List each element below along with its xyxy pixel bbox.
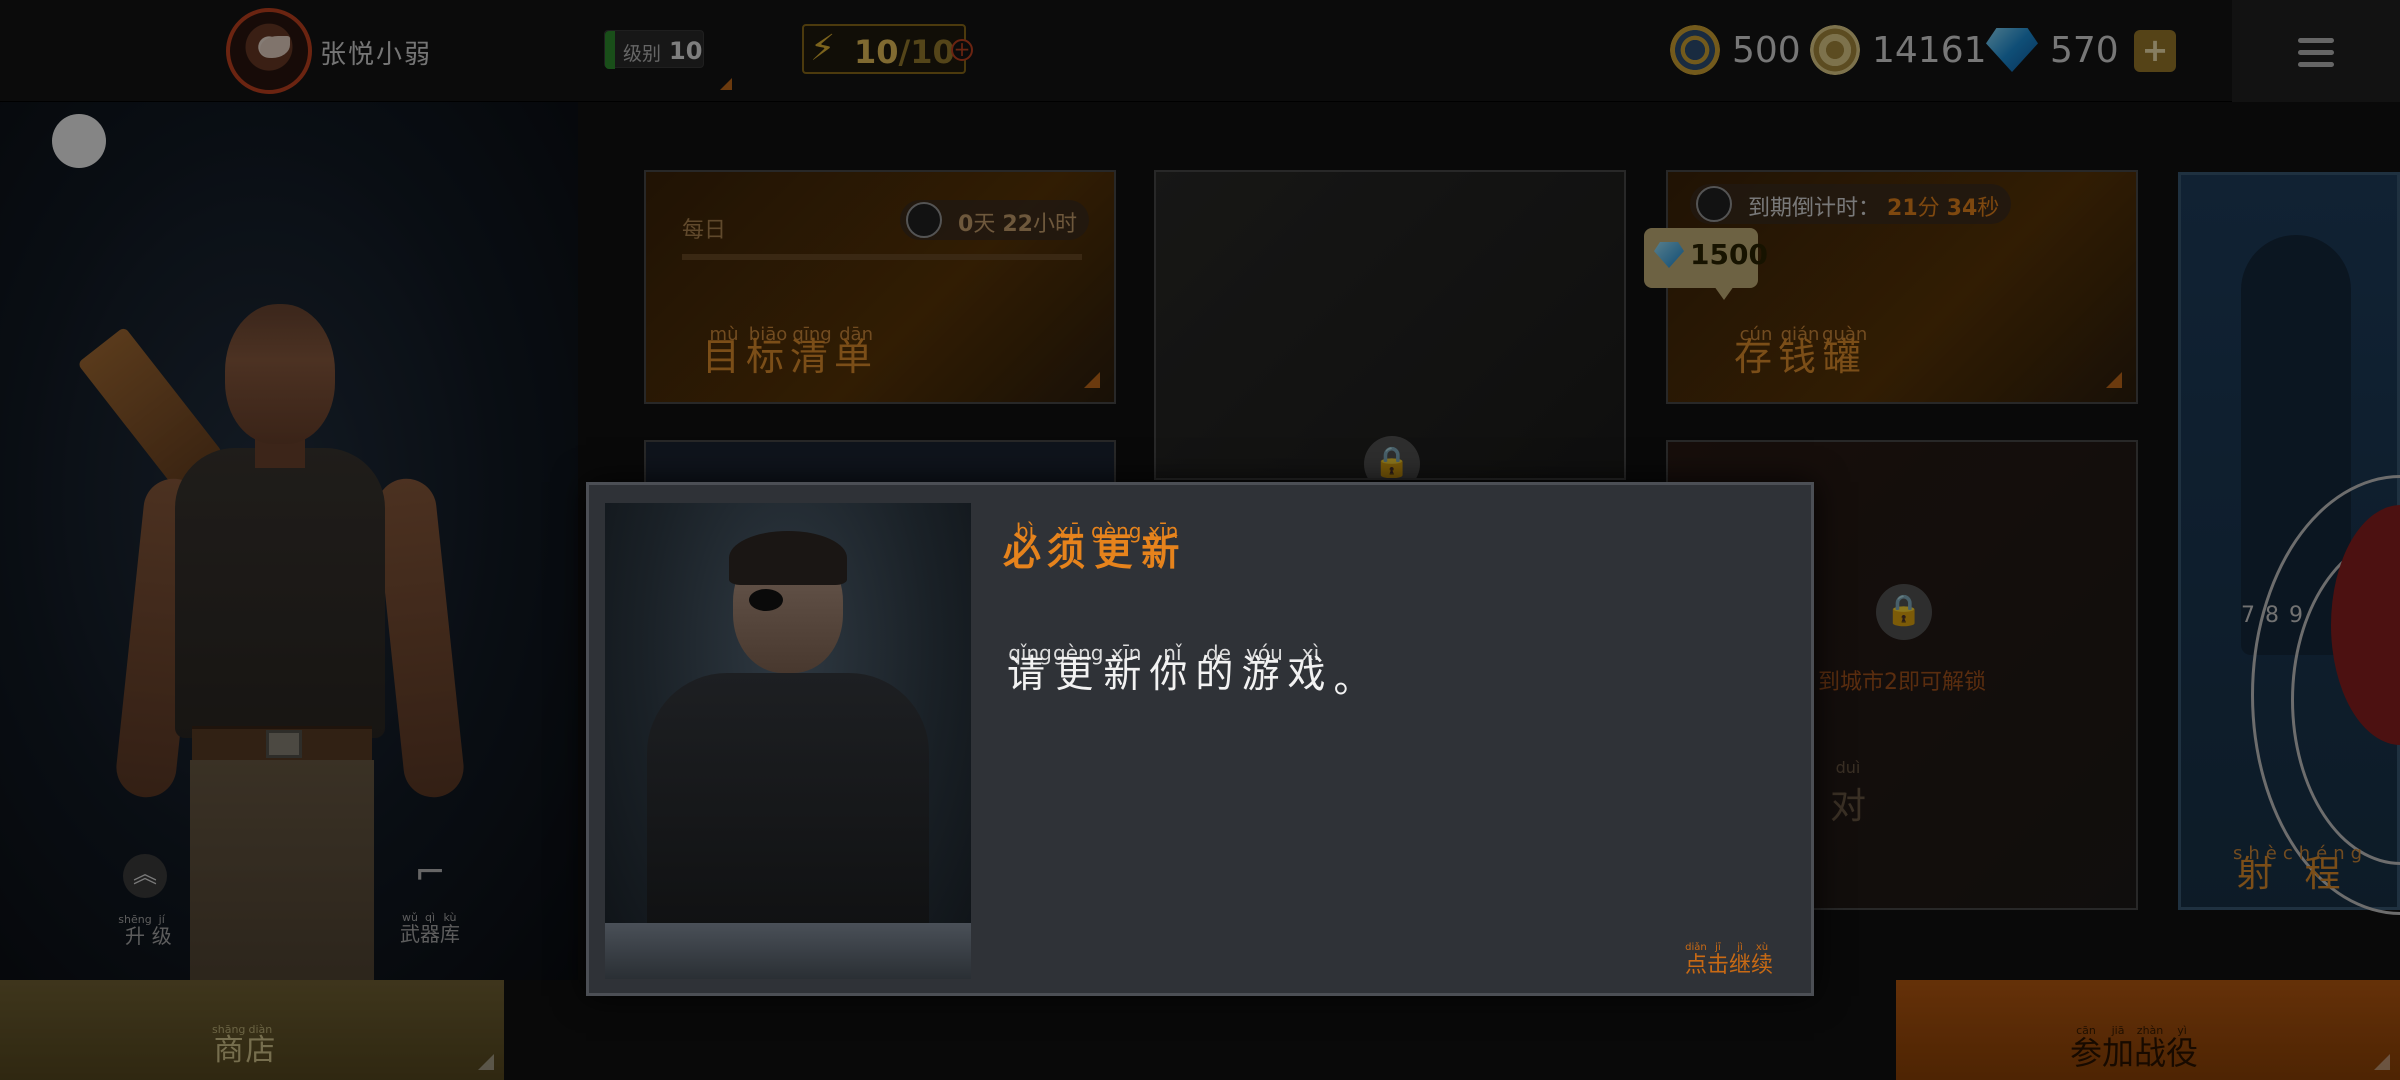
commander-portrait [605,503,971,979]
game-screen: 张悦小弱 级别 10 ⚡ 10/10 + 500 14161 570 + ︽ s… [0,0,2400,1080]
portrait-table [605,923,971,979]
dt-char-3: 新 [1141,530,1186,574]
dm-char-6: 戏 [1287,652,1334,696]
dc-char-1: 击 [1706,953,1729,978]
portrait-hair [729,531,847,585]
eyepatch [749,589,783,611]
dt-char-0: 必 [1003,530,1048,574]
dm-char-7: 。 [1333,657,1380,701]
dm-char-2: 新 [1103,652,1150,696]
dm-char-0: 请 [1007,652,1054,696]
dt-char-1: 须 [1047,530,1092,574]
dc-char-3: 续 [1750,953,1773,978]
dm-char-1: 更 [1055,652,1102,696]
dialog-message: qǐng 请 gèng 更 xīn 新 nǐ 你 de 的 yóu 游 xì 戏。 [1007,625,1379,698]
tap-to-continue[interactable]: diǎn 点 jī 击 jì 继 xù 续 [1685,931,1773,977]
dm-char-5: 游 [1241,652,1288,696]
dt-char-2: 更 [1094,530,1139,574]
update-required-dialog[interactable]: bì 必 xū 须 gèng 更 xīn 新 qǐng 请 gèng 更 xīn 新 nǐ 你 de 的 yóu 游… [586,482,1814,996]
dc-char-2: 继 [1728,953,1751,978]
dm-char-4: 的 [1195,652,1242,696]
dc-char-0: 点 [1684,953,1707,978]
dm-char-3: 你 [1149,652,1196,696]
dialog-title: bì 必 xū 须 gèng 更 xīn 新 [1003,503,1185,571]
